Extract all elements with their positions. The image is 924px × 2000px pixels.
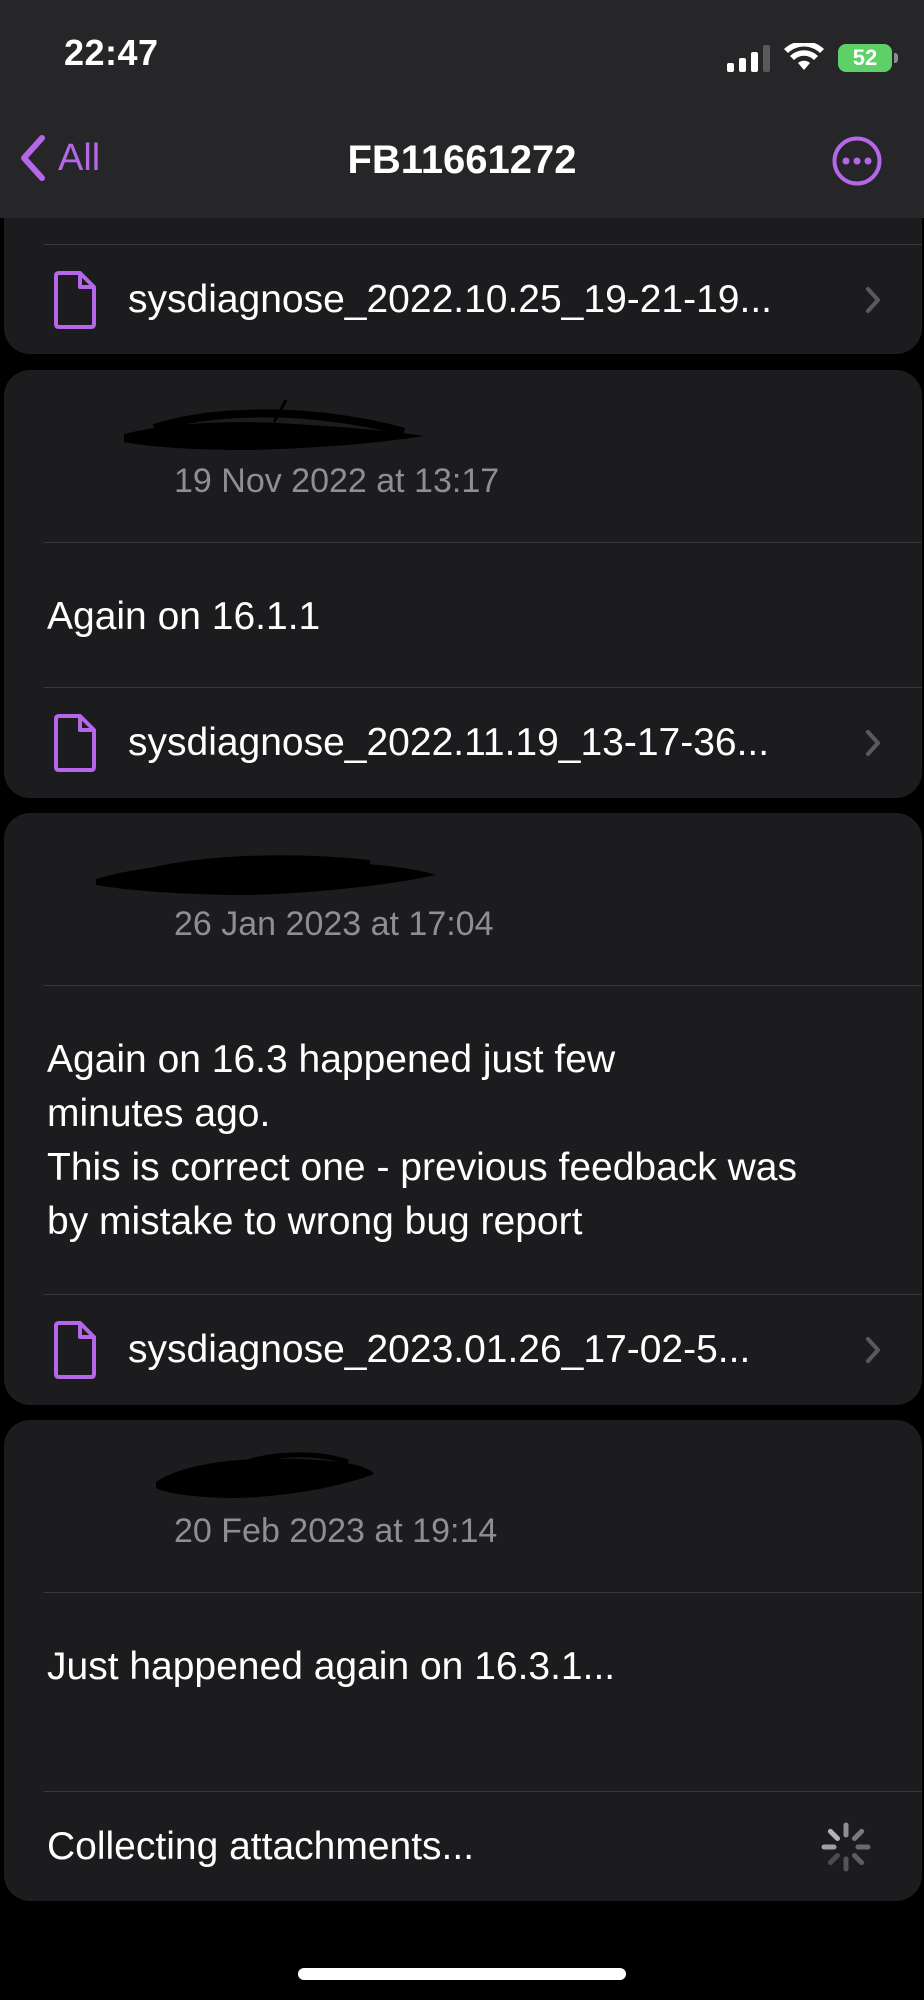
document-icon [54, 714, 96, 772]
redacted-author [156, 1452, 374, 1498]
spinner-icon [821, 1822, 871, 1871]
comment-line: minutes ago. [47, 1092, 271, 1135]
document-icon [54, 271, 96, 329]
status-time: 22:47 [64, 32, 159, 73]
battery-level: 52 [852, 45, 878, 70]
comment-line: This is correct one - previous feedback … [47, 1146, 797, 1189]
comment-date: 26 Jan 2023 at 17:04 [174, 905, 494, 943]
page-title: FB11661272 [347, 138, 577, 182]
comment-text: Again on 16.1.1 [47, 595, 321, 638]
attachment-row[interactable]: sysdiagnose_2022.10.25_19-21-19... [4, 245, 922, 354]
chevron-right-icon [866, 287, 880, 313]
divider [44, 985, 922, 986]
status-icons: 52 [727, 38, 898, 78]
more-button[interactable] [832, 136, 882, 186]
cellular-signal-icon [727, 44, 770, 72]
comment-card-2: 19 Nov 2022 at 13:17 Again on 16.1.1 sys… [4, 370, 922, 798]
attachment-row[interactable]: sysdiagnose_2022.11.19_13-17-36... [4, 688, 922, 798]
redacted-author [124, 399, 424, 450]
collecting-label: Collecting attachments... [47, 1824, 475, 1868]
wifi-icon [784, 43, 824, 70]
attachment-name: sysdiagnose_2022.10.25_19-21-19... [128, 278, 772, 321]
collecting-row: Collecting attachments... [4, 1792, 922, 1901]
redacted-author [96, 855, 436, 895]
comment-date: 20 Feb 2023 at 19:14 [174, 1512, 498, 1550]
attachment-row[interactable]: sysdiagnose_2023.01.26_17-02-5... [4, 1295, 922, 1405]
comment-text: Again on 16.3 happened just few minutes … [47, 1033, 882, 1249]
attachment-name: sysdiagnose_2022.11.19_13-17-36... [128, 721, 770, 764]
comment-line: Again on 16.3 happened just few [47, 1038, 616, 1081]
top-bar: 22:47 52 All FB11661272 [0, 0, 924, 218]
comment-card-4: 20 Feb 2023 at 19:14 Just happened again… [4, 1420, 922, 1901]
navigation-bar: All FB11661272 [0, 120, 924, 204]
battery-icon: 52 [838, 44, 898, 72]
comment-date: 19 Nov 2022 at 13:17 [174, 462, 500, 500]
home-indicator[interactable] [298, 1968, 626, 1980]
divider [44, 542, 922, 543]
comment-line: by mistake to wrong bug report [47, 1200, 583, 1243]
divider [44, 1592, 922, 1593]
chevron-right-icon [866, 730, 880, 756]
attachment-name: sysdiagnose_2023.01.26_17-02-5... [128, 1328, 751, 1371]
document-icon [54, 1321, 96, 1379]
chevron-right-icon [866, 1337, 880, 1363]
comment-card-3: 26 Jan 2023 at 17:04 Again on 16.3 happe… [4, 813, 922, 1405]
comment-text: Just happened again on 16.3.1... [47, 1645, 616, 1688]
